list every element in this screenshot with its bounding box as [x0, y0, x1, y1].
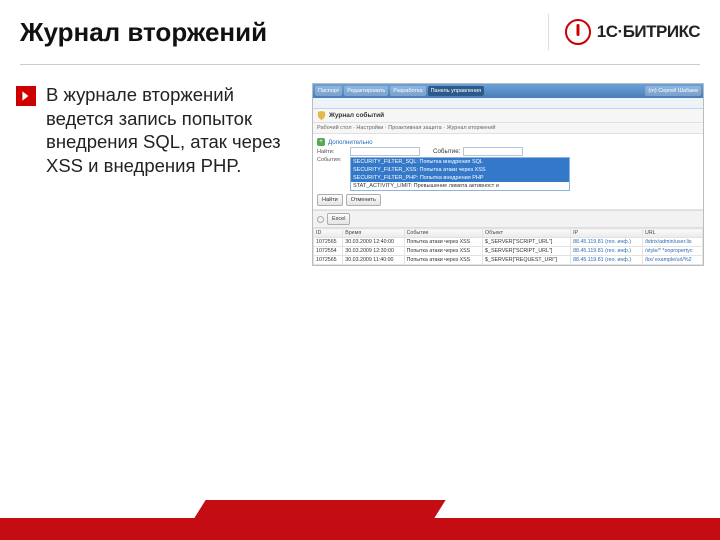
admin-screenshot: Паспорт Редактировать Разработка Панель … — [312, 83, 704, 266]
results-table: ID Время Событие Объект IP URL 1072565 3… — [313, 228, 703, 265]
arrow-bullet-icon — [16, 86, 36, 106]
find-button[interactable]: Найти — [317, 194, 343, 206]
cell: 88.45.119.81 (гео. инф.) — [571, 247, 643, 256]
events-listbox[interactable]: SECURITY_FILTER_SQL: Попытка внедрения S… — [350, 157, 570, 191]
cell: 30.03.2009 11:40:00 — [343, 256, 404, 265]
events-label: События: — [317, 157, 347, 163]
cell: Попытка атаки через XSS — [404, 238, 482, 247]
cell: 88.45.119.81 (гео. инф.) — [571, 238, 643, 247]
cell: /bitrix/admin/user.lis — [643, 238, 703, 247]
brand-text: 1С·БИТРИКС — [597, 22, 700, 42]
event-select[interactable] — [463, 147, 523, 156]
cell: 1072565 — [314, 256, 343, 265]
cell: $_SERVER["REQUEST_URI"] — [483, 256, 571, 265]
table-row[interactable]: 1072565 30.03.2009 12:40:00 Попытка атак… — [314, 238, 703, 247]
find-label: Найти: — [317, 149, 347, 155]
col-event[interactable]: Событие — [404, 229, 482, 238]
col-url[interactable]: URL — [643, 229, 703, 238]
tab-panel[interactable]: Панель управления — [428, 86, 485, 96]
col-object[interactable]: Объект — [483, 229, 571, 238]
breadcrumb: Рабочий стол · Настройки · Проактивная з… — [313, 123, 703, 134]
list-item[interactable]: SECURITY_FILTER_XSS: Попытка атаки через… — [351, 166, 569, 174]
add-icon[interactable]: + — [317, 138, 325, 146]
col-time[interactable]: Время — [343, 229, 404, 238]
footer-decoration — [0, 496, 720, 540]
cell: 1072554 — [314, 247, 343, 256]
tab-passport[interactable]: Паспорт — [315, 86, 342, 96]
tab-dev[interactable]: Разработка — [390, 86, 425, 96]
tab-edit[interactable]: Редактировать — [344, 86, 388, 96]
body-paragraph: В журнале вторжений ведется запись попыт… — [46, 83, 302, 178]
page-title: Журнал вторжений — [20, 17, 548, 48]
sub-toolbar — [313, 98, 703, 109]
power-icon — [565, 19, 591, 45]
cell: $_SERVER["SCRIPT_URL"] — [483, 238, 571, 247]
cell: /bx/ example/url/%2 — [643, 256, 703, 265]
gear-icon[interactable] — [317, 216, 324, 223]
list-item[interactable]: SECURITY_FILTER_SQL: Попытка внедрения S… — [351, 158, 569, 166]
filter-block: + Дополнительно Найти: Событие: События:… — [313, 134, 703, 210]
cell: 1072565 — [314, 238, 343, 247]
excel-button[interactable]: Excel — [327, 213, 350, 225]
divider — [20, 64, 700, 65]
cell: Попытка атаки через XSS — [404, 256, 482, 265]
cell: 30.03.2009 12:40:00 — [343, 238, 404, 247]
table-row[interactable]: 1072554 30.03.2009 12:30:00 Попытка атак… — [314, 247, 703, 256]
event-label: Событие: — [433, 148, 460, 155]
table-row[interactable]: 1072565 30.03.2009 11:40:00 Попытка атак… — [314, 256, 703, 265]
cell: 30.03.2009 12:30:00 — [343, 247, 404, 256]
list-item[interactable]: SECURITY_FILTER_PHP: Попытка внедрения P… — [351, 174, 569, 182]
user-status[interactable]: (m) Сергей Шабаев — [645, 86, 701, 96]
cell: /style/* *onpropertyc — [643, 247, 703, 256]
cell: Попытка атаки через XSS — [404, 247, 482, 256]
find-input[interactable] — [350, 147, 420, 156]
cell: 88.45.119.81 (гео. инф.) — [571, 256, 643, 265]
cancel-button[interactable]: Отменить — [346, 194, 381, 206]
brand-logo: 1С·БИТРИКС — [548, 14, 700, 50]
shield-icon — [317, 111, 326, 120]
col-ip[interactable]: IP — [571, 229, 643, 238]
add-label[interactable]: Дополнительно — [328, 139, 373, 146]
top-toolbar: Паспорт Редактировать Разработка Панель … — [313, 84, 703, 98]
col-id[interactable]: ID — [314, 229, 343, 238]
cell: $_SERVER["SCRIPT_URL"] — [483, 247, 571, 256]
journal-title: Журнал событий — [329, 112, 384, 119]
list-item[interactable]: STAT_ACTIVITY_LIMIT: Превышение лимита а… — [351, 182, 569, 190]
